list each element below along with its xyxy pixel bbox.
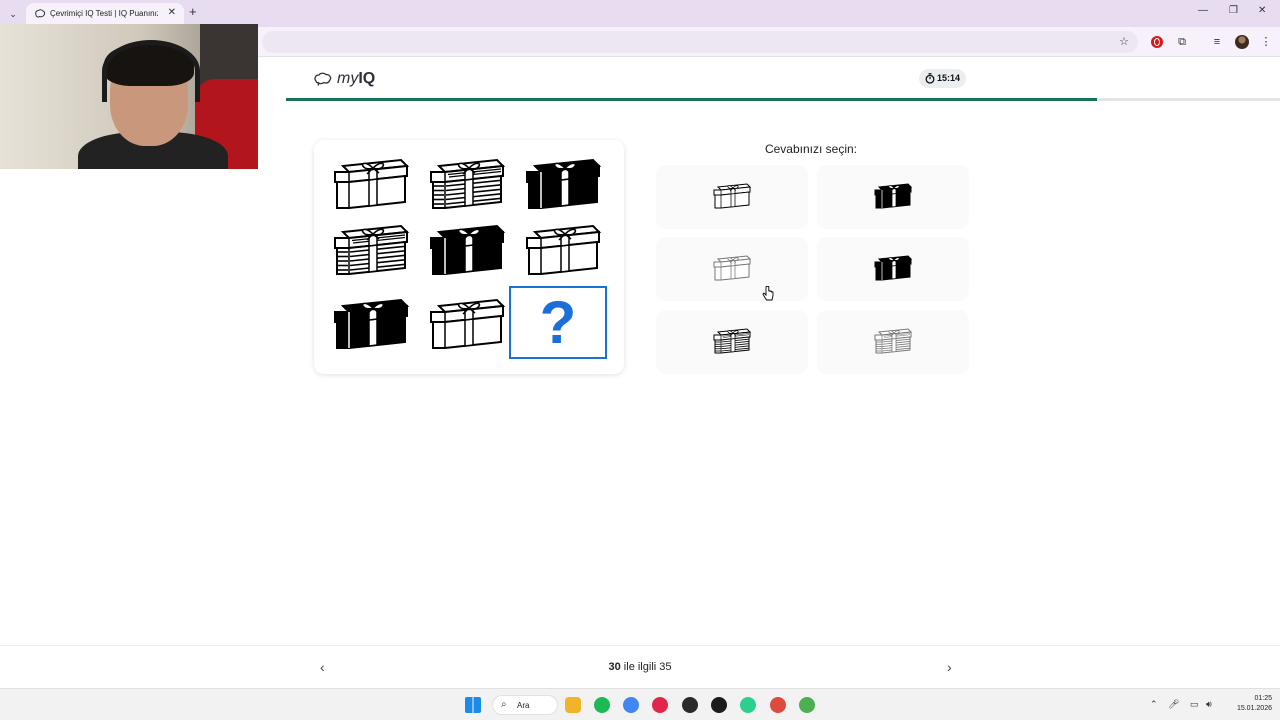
gift-box-striped-icon — [430, 158, 506, 209]
gift-box-outline-icon — [713, 183, 752, 209]
hand-cursor-icon — [762, 286, 774, 301]
next-question-button[interactable]: › — [947, 659, 952, 675]
answer-option[interactable] — [656, 237, 808, 301]
tray-overflow-icon[interactable]: ⌃ — [1150, 699, 1158, 710]
tab-search-chevron-icon[interactable]: ⌄ — [5, 6, 21, 22]
profile-avatar[interactable] — [1235, 35, 1249, 49]
new-tab-button[interactable]: + — [189, 4, 197, 19]
question-mark: ? — [539, 289, 577, 356]
puzzle-matrix-card: ? — [314, 140, 624, 374]
timer-value: 15:14 — [937, 73, 961, 83]
opera-extension-icon[interactable] — [1151, 36, 1163, 48]
taskbar-clock[interactable]: 01:25 15.01.2026 — [1226, 694, 1272, 714]
window-close-button[interactable]: ✕ — [1258, 5, 1266, 16]
test-progress-fill — [286, 98, 1098, 101]
address-bar[interactable] — [262, 31, 1138, 53]
answer-option[interactable] — [817, 165, 969, 229]
file-explorer-icon[interactable] — [565, 697, 581, 713]
gift-box-striped-icon — [334, 224, 410, 275]
puzzle-cell — [523, 224, 603, 284]
question-total-text: ile ilgili 35 — [620, 661, 672, 673]
puzzle-cell — [331, 298, 411, 358]
windows-taskbar: ⌕ Ara ⌃ 🎤︎ ▭ 🔊︎ 01:25 15.01.2026 — [0, 688, 1280, 720]
answer-option[interactable] — [656, 310, 808, 374]
webcam-overlay — [0, 24, 258, 169]
taskbar-search-label: Ara — [517, 701, 530, 710]
extensions-icon[interactable]: ⧉ — [1175, 35, 1189, 49]
gift-box-striped-icon — [713, 328, 752, 354]
answers-heading: Cevabınızı seçin: — [764, 142, 858, 156]
answer-option[interactable] — [817, 237, 969, 301]
puzzle-cell — [523, 158, 603, 218]
clock-date: 15.01.2026 — [1236, 705, 1272, 712]
answer-option[interactable] — [656, 165, 808, 229]
current-question-number: 30 — [608, 661, 621, 673]
gift-box-outline-icon — [526, 224, 602, 275]
chrome-3-icon[interactable] — [799, 697, 815, 713]
window-restore-button[interactable]: ❐ — [1229, 5, 1238, 16]
app-green-icon[interactable] — [740, 697, 756, 713]
puzzle-cell — [427, 224, 507, 284]
bookmark-star-icon[interactable]: ☆ — [1117, 35, 1131, 49]
brain-logo-icon — [314, 72, 332, 86]
microphone-icon[interactable]: 🎤︎ — [1168, 699, 1179, 710]
browser-menu-icon[interactable]: ⋮ — [1259, 35, 1273, 49]
timer-badge: 15:14 — [919, 69, 966, 88]
app-dark-2-icon[interactable] — [711, 697, 727, 713]
puzzle-cell — [427, 298, 507, 358]
chrome-2-icon[interactable] — [770, 697, 786, 713]
taskbar-search-box[interactable]: ⌕ Ara — [492, 695, 558, 715]
previous-question-button[interactable]: ‹ — [320, 659, 325, 675]
gift-box-solid-icon — [874, 183, 913, 209]
search-icon: ⌕ — [501, 699, 507, 710]
clock-time: 01:25 — [1254, 695, 1272, 702]
volume-icon[interactable]: 🔊︎ — [1206, 699, 1212, 710]
display-icon[interactable]: ▭ — [1190, 699, 1199, 710]
gift-box-outline-icon — [430, 298, 506, 349]
spotify-icon[interactable] — [594, 697, 610, 713]
gift-box-solid-icon — [334, 298, 410, 349]
puzzle-cell — [331, 158, 411, 218]
test-progress-bar — [286, 98, 1280, 101]
stopwatch-icon — [925, 73, 935, 84]
question-footer: ‹ 30 ile ilgili 35 › — [0, 645, 1280, 688]
tab-title: Çevrimiçi IQ Testi | IQ Puanınızı — [50, 9, 158, 18]
logo-iq: IQ — [358, 70, 376, 87]
browser-tab-strip: ⌄ Çevrimiçi IQ Testi | IQ Puanınızı ✕ + … — [0, 0, 1280, 27]
app-dark-1-icon[interactable] — [682, 697, 698, 713]
gift-box-striped-light-icon — [874, 328, 913, 354]
gift-box-solid-icon — [874, 255, 913, 281]
answer-option[interactable] — [817, 310, 969, 374]
puzzle-cell — [427, 158, 507, 218]
gift-box-outline-light-icon — [713, 255, 752, 281]
tab-close-icon[interactable]: ✕ — [168, 7, 176, 18]
logo-my: my — [337, 70, 359, 87]
missing-cell-question: ? — [509, 286, 607, 359]
media-control-icon[interactable]: ≡ — [1210, 35, 1224, 49]
gift-box-solid-icon — [430, 224, 506, 275]
puzzle-cell — [331, 224, 411, 284]
gift-box-outline-icon — [334, 158, 410, 209]
gift-box-solid-icon — [526, 158, 602, 209]
webcam-headset — [102, 40, 200, 102]
logo-text: myIQ — [337, 70, 375, 88]
myiq-favicon-icon — [35, 9, 46, 18]
app-bolt-icon[interactable] — [652, 697, 668, 713]
question-counter: 30 ile ilgili 35 — [540, 661, 740, 673]
windows-start-icon[interactable] — [465, 697, 481, 713]
chrome-icon[interactable] — [623, 697, 639, 713]
window-minimize-button[interactable]: — — [1198, 5, 1208, 16]
